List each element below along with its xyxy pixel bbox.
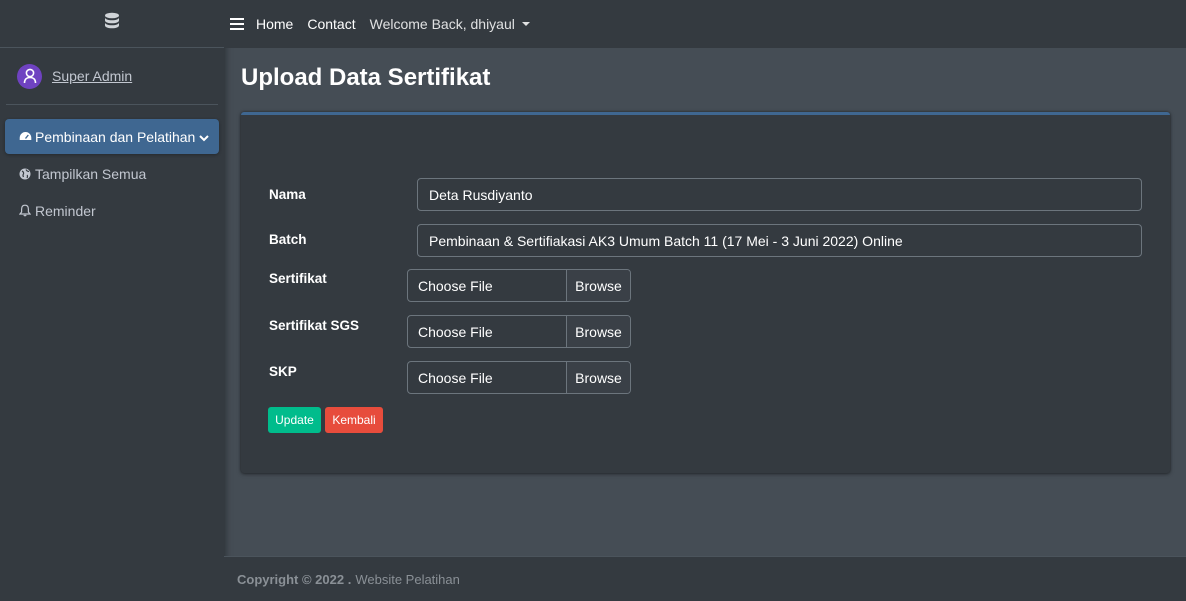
footer-site-link[interactable]: Website Pelatihan <box>355 572 460 587</box>
browse-button[interactable]: Browse <box>566 270 630 301</box>
sidebar-item-reminder[interactable]: Reminder <box>5 193 219 228</box>
chevron-down-icon <box>199 129 209 145</box>
footer: Copyright © 2022 . Website Pelatihan <box>224 556 1186 601</box>
sidebar-item-tampilkan-semua[interactable]: Tampilkan Semua <box>5 156 219 191</box>
file-placeholder: Choose File <box>418 278 493 294</box>
file-placeholder: Choose File <box>418 324 493 340</box>
skp-file-input[interactable]: Choose File Browse <box>407 361 631 394</box>
sertifikat-label: Sertifikat <box>269 271 327 286</box>
sidebar-nav: Pembinaan dan Pelatihan Tampilkan Semua <box>0 105 224 228</box>
user-name-link[interactable]: Super Admin <box>52 68 132 84</box>
user-panel: Super Admin <box>6 48 218 105</box>
browse-button[interactable]: Browse <box>566 362 630 393</box>
kembali-button[interactable]: Kembali <box>325 407 383 433</box>
user-avatar-icon[interactable] <box>17 63 42 89</box>
sidebar-item-label: Reminder <box>35 202 96 219</box>
globe-icon <box>18 167 32 181</box>
upload-form-card: Nama Deta Rusdiyanto Batch Pembinaan & S… <box>241 112 1170 473</box>
bell-icon <box>18 204 32 218</box>
sidebar-item-label: Tampilkan Semua <box>35 165 147 182</box>
user-dropdown[interactable]: Welcome Back, dhiyaul <box>370 16 530 32</box>
top-navbar: Home Contact Welcome Back, dhiyaul <box>224 0 1186 48</box>
file-placeholder: Choose File <box>418 370 493 386</box>
hamburger-menu-icon[interactable] <box>230 18 244 30</box>
nama-label: Nama <box>269 187 306 202</box>
update-button[interactable]: Update <box>268 407 321 433</box>
sertifikat-file-input[interactable]: Choose File Browse <box>407 269 631 302</box>
sertifikat-sgs-label: Sertifikat SGS <box>269 318 360 333</box>
sidebar-item-pembinaan[interactable]: Pembinaan dan Pelatihan <box>5 119 219 154</box>
batch-label: Batch <box>269 232 307 247</box>
sertifikat-sgs-file-input[interactable]: Choose File Browse <box>407 315 631 348</box>
sidebar-item-label: Pembinaan dan Pelatihan <box>35 128 196 145</box>
database-icon <box>104 12 120 35</box>
browse-button[interactable]: Browse <box>566 316 630 347</box>
welcome-text: Welcome Back, dhiyaul <box>369 16 515 32</box>
footer-copyright: Copyright © 2022 . <box>237 571 352 587</box>
brand-logo[interactable] <box>0 0 224 48</box>
nav-contact-link[interactable]: Contact <box>307 16 355 32</box>
nav-home-link[interactable]: Home <box>256 16 293 32</box>
caret-down-icon <box>521 22 530 26</box>
dashboard-icon <box>18 130 32 144</box>
skp-label: SKP <box>269 364 297 379</box>
page-title: Upload Data Sertifikat <box>241 64 491 91</box>
sidebar: Super Admin Pembinaan dan Pelatihan Tamp… <box>0 0 224 601</box>
nama-field[interactable]: Deta Rusdiyanto <box>417 178 1142 211</box>
batch-field[interactable]: Pembinaan & Sertifiakasi AK3 Umum Batch … <box>417 224 1142 257</box>
